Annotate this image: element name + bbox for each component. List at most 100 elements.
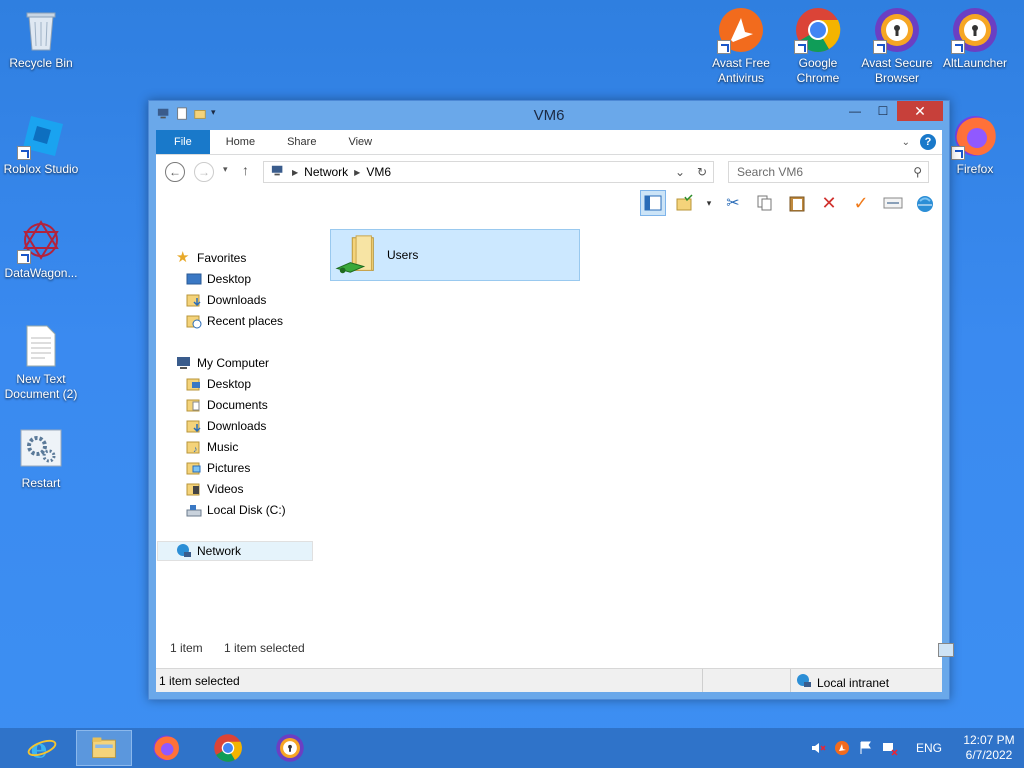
- network-icon: [176, 543, 192, 559]
- nav-favorites-label: Favorites: [197, 251, 247, 265]
- title-bar[interactable]: ▾ VM6 — ☐ ✕: [149, 101, 949, 130]
- clock-date: 6/7/2022: [965, 748, 1013, 762]
- chrome-icon: [214, 734, 242, 762]
- svg-text:e: e: [31, 733, 48, 763]
- taskbar-file-explorer[interactable]: [76, 730, 132, 766]
- pictures-folder-icon: [186, 460, 202, 476]
- language-indicator[interactable]: ENG: [916, 741, 942, 755]
- desktop-icon-label: DataWagon...: [4, 266, 78, 280]
- taskbar-firefox[interactable]: [138, 730, 194, 766]
- copy-icon[interactable]: [752, 190, 778, 216]
- expand-ribbon-icon[interactable]: ⌄: [902, 137, 910, 148]
- desktop-icon-roblox-studio[interactable]: Roblox Studio: [0, 112, 82, 177]
- altlauncher-icon: [951, 6, 999, 54]
- desktop-folder-icon: [186, 271, 202, 287]
- desktop-icon-label: Avast Free Antivirus: [712, 56, 770, 85]
- desktop-icon-restart[interactable]: Restart: [0, 426, 82, 491]
- desktop-icon-label: Roblox Studio: [3, 162, 79, 176]
- minimize-button[interactable]: —: [841, 101, 869, 121]
- search-icon: ⚲: [913, 165, 922, 179]
- maximize-button[interactable]: ☐: [869, 101, 897, 121]
- clock[interactable]: 12:07 PM 6/7/2022: [954, 733, 1024, 763]
- desktop-icon-datawagon[interactable]: DataWagon...: [0, 216, 82, 281]
- desktop-icon-label: Google Chrome: [796, 56, 840, 85]
- window-body: File Home Share View ⌄ ? ← → ▾ ↑ ▶ Netwo…: [156, 130, 954, 692]
- network-computer-icon: [270, 164, 286, 181]
- star-icon: ★: [176, 249, 190, 266]
- nav-computer-documents[interactable]: Documents: [186, 395, 268, 415]
- nav-favorites-downloads[interactable]: Downloads: [186, 290, 266, 310]
- tab-share[interactable]: Share: [271, 130, 332, 154]
- nav-item-label: Recent places: [207, 314, 284, 328]
- taskbar-avast-secure-browser[interactable]: [262, 730, 318, 766]
- tab-view[interactable]: View: [332, 130, 388, 154]
- nav-computer-desktop[interactable]: Desktop: [186, 374, 251, 394]
- nav-computer-local-disk[interactable]: Local Disk (C:): [186, 500, 286, 520]
- nav-computer-downloads[interactable]: Downloads: [186, 416, 266, 436]
- recycle-bin-icon: [17, 6, 65, 54]
- nav-computer-pictures[interactable]: Pictures: [186, 458, 250, 478]
- forward-button[interactable]: →: [194, 162, 214, 182]
- nav-network[interactable]: Network: [157, 541, 313, 561]
- folder-options-dropdown-icon[interactable]: ▾: [704, 190, 714, 216]
- breadcrumb-vm6[interactable]: VM6: [366, 165, 391, 179]
- nav-item-label: Documents: [207, 398, 268, 412]
- recent-locations-icon[interactable]: ▾: [223, 164, 228, 175]
- datawagon-icon: [17, 216, 65, 264]
- desktop-icon-google-chrome[interactable]: Google Chrome: [777, 6, 859, 86]
- rename-checkmark-icon[interactable]: ✓: [848, 190, 874, 216]
- preview-pane-icon[interactable]: [640, 190, 666, 216]
- taskbar: e ENG 12:07 PM 6/7/2022: [0, 728, 1024, 768]
- desktop-icon-avast-antivirus[interactable]: Avast Free Antivirus: [700, 6, 782, 86]
- volume-muted-icon[interactable]: [810, 740, 826, 756]
- avast-tray-icon[interactable]: [834, 740, 850, 756]
- nav-my-computer[interactable]: My Computer: [176, 353, 269, 373]
- folder-options-icon[interactable]: [672, 190, 698, 216]
- file-explorer-icon: [92, 737, 116, 759]
- taskbar-internet-explorer[interactable]: e: [14, 730, 70, 766]
- nav-computer-videos[interactable]: Videos: [186, 479, 243, 499]
- ribbon-tabs: File Home Share View ⌄ ?: [156, 130, 942, 155]
- desktop-icon-label: AltLauncher: [942, 56, 1008, 70]
- taskbar-chrome[interactable]: [200, 730, 256, 766]
- search-input[interactable]: Search VM6 ⚲: [728, 161, 929, 183]
- refresh-icon[interactable]: ↻: [691, 165, 713, 179]
- breadcrumb-network[interactable]: Network: [304, 165, 348, 179]
- desktop-icon-recycle-bin[interactable]: Recycle Bin: [0, 6, 82, 71]
- network-disconnected-icon[interactable]: [882, 740, 898, 756]
- shell-icon[interactable]: [912, 190, 938, 216]
- cut-icon[interactable]: ✂: [720, 190, 746, 216]
- desktop-icon-label: Avast Secure Browser: [861, 56, 933, 85]
- desktop-icon-label: Restart: [21, 476, 61, 490]
- tab-home[interactable]: Home: [210, 130, 271, 154]
- close-button[interactable]: ✕: [897, 101, 943, 121]
- security-zone: Local intranet: [817, 675, 890, 690]
- large-icons-view-icon[interactable]: [938, 643, 954, 657]
- desktop-icon-new-text-document[interactable]: New Text Document (2): [0, 322, 82, 402]
- search-placeholder: Search VM6: [737, 165, 804, 179]
- back-button[interactable]: ←: [165, 162, 185, 182]
- nav-computer-label: My Computer: [197, 356, 270, 370]
- address-dropdown-icon[interactable]: ⌄: [669, 165, 691, 179]
- nav-item-label: Music: [207, 440, 239, 454]
- properties-card-icon[interactable]: [880, 190, 906, 216]
- nav-favorites[interactable]: ★ Favorites: [176, 248, 246, 268]
- nav-computer-music[interactable]: ♪ Music: [186, 437, 238, 457]
- delete-icon[interactable]: ✕: [816, 190, 842, 216]
- desktop-icon-avast-secure-browser[interactable]: Avast Secure Browser: [856, 6, 938, 86]
- action-center-icon[interactable]: [858, 740, 874, 756]
- tab-file[interactable]: File: [156, 130, 210, 154]
- computer-icon: [176, 355, 192, 371]
- hard-drive-icon: [186, 502, 202, 518]
- up-button[interactable]: ↑: [242, 162, 249, 178]
- item-count: 1 item: [170, 641, 203, 655]
- desktop-icon-altlauncher[interactable]: AltLauncher: [934, 6, 1016, 71]
- address-input[interactable]: ▶ Network ▶ VM6 ⌄ ↻: [263, 161, 714, 183]
- list-item[interactable]: Users: [330, 229, 580, 281]
- nav-favorites-recent[interactable]: Recent places: [186, 311, 283, 331]
- paste-icon[interactable]: [784, 190, 810, 216]
- system-tray: ENG 12:07 PM 6/7/2022: [806, 728, 1024, 768]
- nav-favorites-desktop[interactable]: Desktop: [186, 269, 251, 289]
- help-icon[interactable]: ?: [920, 134, 936, 150]
- breadcrumb-separator-icon: ▶: [354, 167, 361, 177]
